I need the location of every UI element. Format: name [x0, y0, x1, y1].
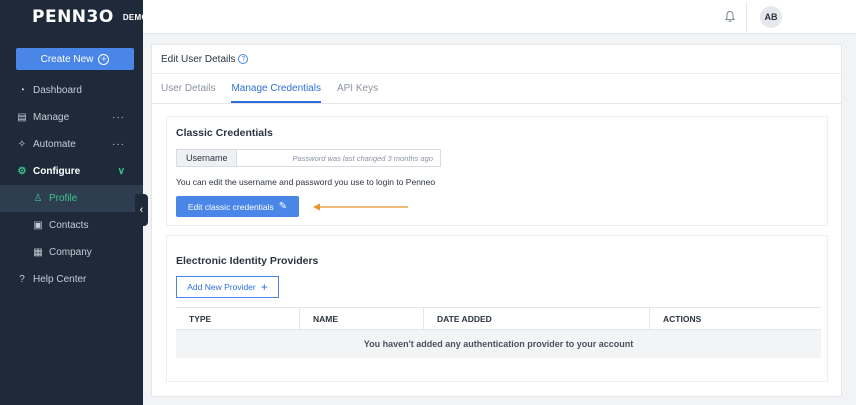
sidebar-item-label: Dashboard [33, 85, 82, 96]
create-new-button[interactable]: Create New + [16, 48, 134, 70]
providers-table: TYPE NAME DATE ADDED ACTIONS You haven't… [176, 307, 821, 358]
plus-circle-icon: + [98, 53, 110, 65]
sidebar-item-label: Company [49, 247, 92, 258]
help-icon[interactable]: ? [238, 54, 249, 64]
column-date-added: DATE ADDED [424, 308, 650, 329]
credentials-field: Username Password was last changed 3 mon… [176, 149, 441, 167]
sidebar-collapse-button[interactable]: ‹ [135, 194, 148, 226]
section-title: Classic Credentials [176, 127, 273, 139]
sidebar-item-label: Automate [33, 139, 76, 150]
create-new-label: Create New [40, 53, 94, 65]
column-actions: ACTIONS [663, 313, 702, 324]
tab-api-keys[interactable]: API Keys [337, 83, 378, 103]
section-title: Electronic Identity Providers [176, 255, 319, 267]
briefcase-icon: ▤ [17, 112, 27, 123]
annotation-arrow [313, 203, 408, 211]
classic-credentials-section: Classic Credentials Username Password wa… [166, 116, 828, 226]
user-icon: ♙ [33, 193, 43, 204]
more-icon[interactable]: ··· [112, 139, 125, 150]
bell-icon[interactable] [724, 10, 736, 23]
sidebar-nav: ◔ Dashboard ▤ Manage ··· ✧ Automate ··· … [0, 77, 143, 293]
plus-icon: + [260, 280, 268, 294]
avatar[interactable]: AB [760, 6, 782, 28]
dashboard-icon: ◔ [18, 85, 26, 96]
sidebar-item-manage[interactable]: ▤ Manage ··· [0, 104, 143, 131]
edit-classic-credentials-button[interactable]: Edit classic credentials ✎ [176, 196, 299, 217]
page-title: Edit User Details [161, 53, 236, 65]
edit-user-card: Edit User Details ? User Details Manage … [151, 44, 842, 397]
username-label: Username [177, 150, 237, 166]
logo-brand: PENN3O [32, 7, 114, 27]
add-new-provider-button[interactable]: Add New Provider + [176, 276, 279, 298]
sidebar-item-help-center[interactable]: ? Help Center [0, 266, 143, 293]
card-header: Edit User Details ? [152, 45, 841, 74]
penneo-logo[interactable]: PENN3O DEMO [0, 0, 148, 34]
tab-bar: User Details Manage Credentials API Keys [152, 74, 841, 104]
magic-wand-icon: ✧ [17, 139, 27, 150]
sidebar-item-dashboard[interactable]: ◔ Dashboard [0, 77, 143, 104]
tab-manage-credentials[interactable]: Manage Credentials [231, 83, 321, 103]
sidebar-item-label: Configure [33, 166, 81, 177]
building-icon: ▦ [33, 247, 43, 258]
sidebar-item-label: Manage [33, 112, 70, 123]
sidebar-item-company[interactable]: ▦ Company [0, 239, 143, 266]
sidebar-item-label: Contacts [49, 220, 89, 231]
sidebar-item-configure[interactable]: ⚙ Configure ∨ [0, 158, 143, 185]
more-icon[interactable]: ··· [112, 112, 125, 123]
add-provider-label: Add New Provider [187, 282, 256, 292]
topbar: AB [143, 0, 856, 34]
chevron-down-icon: ∨ [117, 166, 125, 177]
sidebar-item-label: Help Center [33, 274, 87, 285]
contact-card-icon: ▣ [33, 220, 43, 231]
chevron-left-icon: ‹ [139, 204, 144, 216]
sidebar-item-label: Profile [49, 193, 78, 204]
column-type: TYPE [176, 308, 300, 329]
edit-button-label: Edit classic credentials [187, 201, 274, 212]
password-last-changed: Password was last changed 3 months ago [292, 153, 434, 163]
credentials-info-text: You can edit the username and password y… [176, 177, 436, 187]
edit-icon: ✎ [278, 201, 288, 212]
tab-user-details[interactable]: User Details [161, 83, 215, 103]
gear-icon: ⚙ [17, 166, 27, 177]
sidebar-item-automate[interactable]: ✧ Automate ··· [0, 131, 143, 158]
sidebar: PENN3O DEMO Create New + ◔ Dashboard ▤ M… [0, 0, 148, 405]
empty-state-message: You haven't added any authentication pro… [176, 330, 821, 358]
help-circle-icon: ? [19, 274, 25, 285]
column-name: NAME [300, 308, 424, 329]
sidebar-item-contacts[interactable]: ▣ Contacts [0, 212, 143, 239]
eid-providers-section: Electronic Identity Providers Add New Pr… [166, 235, 828, 382]
table-header: TYPE NAME DATE ADDED ACTIONS [176, 307, 821, 330]
topbar-divider [746, 2, 747, 32]
sidebar-item-profile[interactable]: ♙ Profile [0, 185, 143, 212]
